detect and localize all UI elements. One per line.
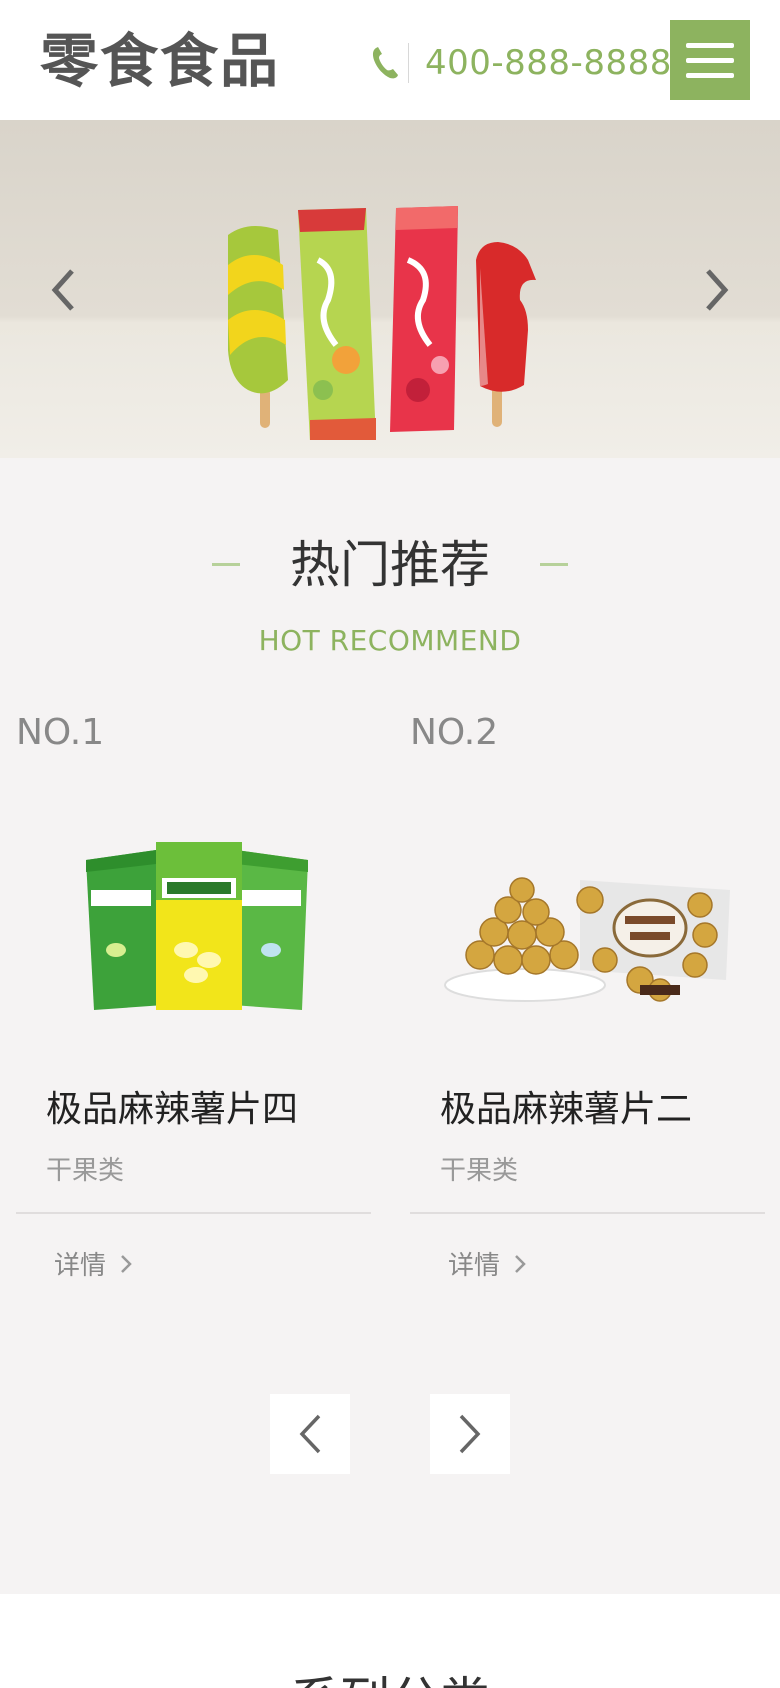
product-name[interactable]: 极品麻辣薯片二 bbox=[440, 1080, 692, 1132]
product-category: 干果类 bbox=[440, 1156, 519, 1186]
chevron-right-icon bbox=[515, 1254, 526, 1273]
chevron-right-icon bbox=[706, 269, 729, 311]
product-name[interactable]: 极品麻辣薯片四 bbox=[46, 1080, 298, 1132]
hot-section-subtitle: HOT RECOMMEND bbox=[258, 624, 522, 657]
chevron-left-icon bbox=[299, 1414, 321, 1454]
menu-bar bbox=[686, 72, 734, 78]
title-dash bbox=[540, 563, 568, 566]
carousel-prev-button[interactable] bbox=[270, 1394, 350, 1474]
card-divider bbox=[410, 1212, 765, 1214]
phone-icon bbox=[368, 42, 402, 84]
ice-cream-banner-image bbox=[228, 206, 536, 440]
detail-link[interactable]: 详情 bbox=[54, 1245, 132, 1282]
chevron-left-icon bbox=[51, 269, 74, 311]
product-rank: NO.1 bbox=[16, 712, 105, 753]
category-section-title: 系列分类 bbox=[0, 1666, 780, 1688]
phone-number[interactable]: 400-888-8888 bbox=[425, 43, 672, 83]
site-logo[interactable]: 零食食品 bbox=[40, 26, 280, 96]
card-divider bbox=[16, 1212, 371, 1214]
product-image[interactable] bbox=[440, 820, 740, 1020]
banner-next-button[interactable] bbox=[692, 260, 742, 320]
product-image[interactable] bbox=[46, 820, 346, 1020]
product-card[interactable]: NO.2 极品麻辣薯片二 干果类 详情 bbox=[410, 700, 765, 1282]
banner-prev-button[interactable] bbox=[38, 260, 88, 320]
product-card[interactable]: NO.1 极品麻辣薯片四 干果类 详情 bbox=[16, 700, 371, 1282]
hotline[interactable]: 400-888-8888 bbox=[368, 42, 672, 84]
hot-section-header: 热门推荐 bbox=[0, 530, 780, 600]
menu-bar bbox=[686, 57, 734, 63]
chevron-right-icon bbox=[121, 1254, 132, 1273]
category-section: 系列分类 bbox=[0, 1594, 780, 1688]
product-category: 干果类 bbox=[46, 1156, 125, 1186]
site-header: 零食食品 400-888-8888 bbox=[0, 0, 780, 120]
detail-label: 详情 bbox=[448, 1251, 501, 1281]
phone-divider bbox=[408, 43, 409, 83]
hot-section-title: 热门推荐 bbox=[290, 536, 490, 594]
hamburger-menu-icon[interactable] bbox=[670, 20, 750, 100]
detail-label: 详情 bbox=[54, 1251, 107, 1281]
menu-bar bbox=[686, 42, 734, 48]
chevron-right-icon bbox=[459, 1414, 481, 1454]
title-dash bbox=[212, 563, 240, 566]
detail-link[interactable]: 详情 bbox=[448, 1245, 526, 1282]
hero-banner[interactable] bbox=[0, 120, 780, 458]
carousel-next-button[interactable] bbox=[430, 1394, 510, 1474]
product-rank: NO.2 bbox=[410, 712, 499, 753]
